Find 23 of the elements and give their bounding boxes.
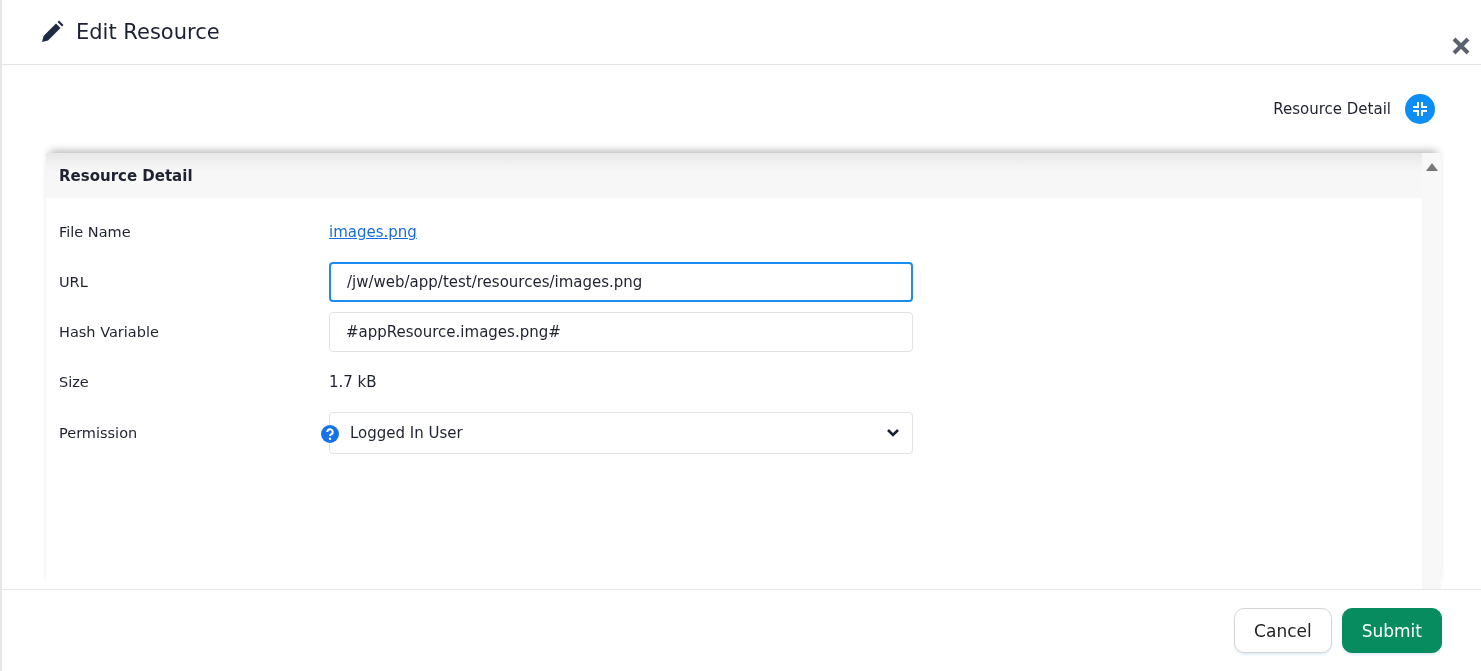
permission-select[interactable]: Logged In User xyxy=(329,412,913,454)
pencil-icon xyxy=(40,20,64,44)
collapse-icon xyxy=(1412,101,1428,117)
field-label: URL xyxy=(58,274,89,290)
text-field[interactable]: #appResource.images.png# xyxy=(329,312,913,352)
chevron-down-icon xyxy=(886,428,900,438)
field-label: File Name xyxy=(58,224,132,240)
field-label: Permission xyxy=(58,425,139,441)
text-field[interactable]: /jw/web/app/test/resources/images.png xyxy=(329,262,913,302)
scrollbar[interactable] xyxy=(1422,153,1441,589)
panel-header: Resource Detail xyxy=(46,153,1422,198)
file-link[interactable]: images.png xyxy=(329,223,417,241)
field-value: 1.7 kB xyxy=(329,373,377,391)
field-label: Size xyxy=(58,374,90,390)
collapse-button[interactable] xyxy=(1405,94,1435,124)
scroll-up-icon[interactable] xyxy=(1425,163,1438,171)
close-icon[interactable] xyxy=(1451,36,1471,56)
help-icon[interactable] xyxy=(321,425,339,443)
section-nav-label: Resource Detail xyxy=(1273,100,1391,118)
cancel-button[interactable]: Cancel xyxy=(1234,608,1332,653)
submit-button[interactable]: Submit xyxy=(1341,608,1442,653)
field-label: Hash Variable xyxy=(58,324,160,340)
dialog-title: Edit Resource xyxy=(76,20,220,44)
